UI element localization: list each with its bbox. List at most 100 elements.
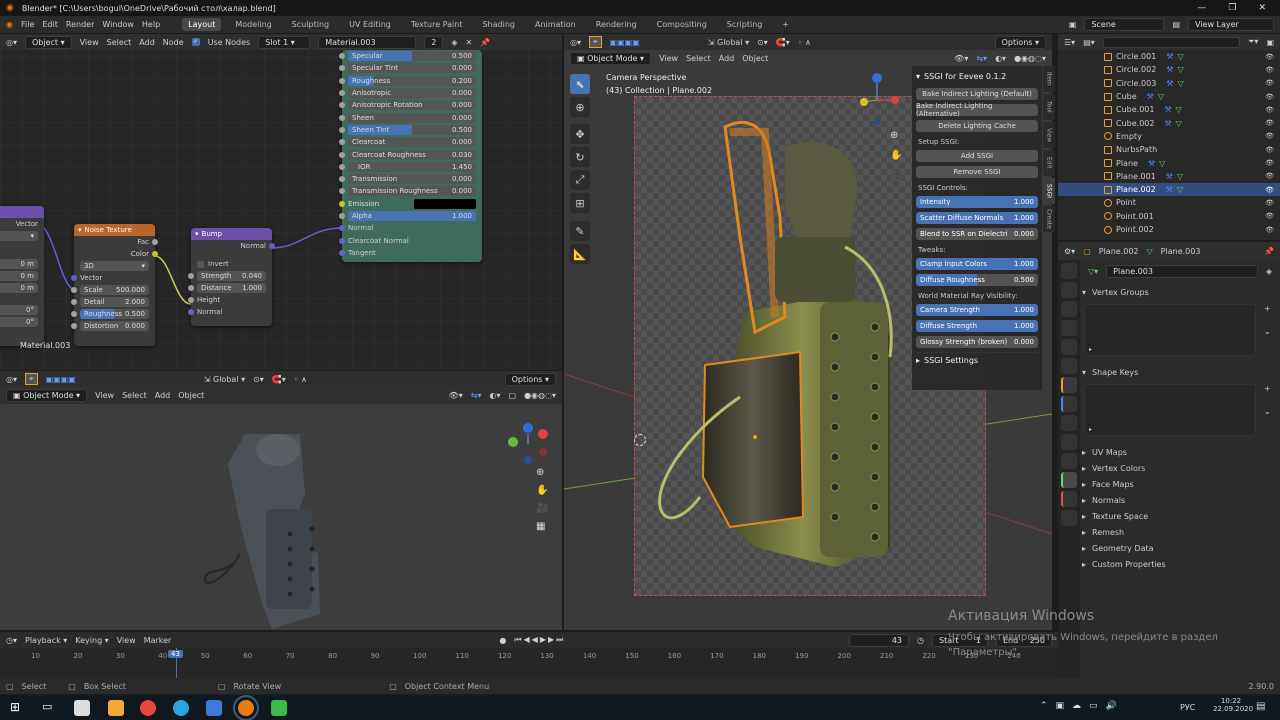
blender-taskbar-icon[interactable] [233, 695, 259, 720]
tab-edit[interactable]: Edit [1043, 150, 1055, 176]
list-resize-icon[interactable]: ▸ [1089, 346, 1092, 353]
fake-user-icon[interactable]: ◈ [1266, 267, 1272, 276]
outliner-item[interactable]: Point.001 👁 [1058, 210, 1280, 223]
gizmo-icon[interactable]: ⇆▾ [471, 391, 482, 400]
noise-distortion-field[interactable]: Distortion 0.000 [80, 321, 149, 331]
select-mode-icons[interactable]: ▣▣▣▣ [46, 375, 76, 384]
tab-sculpting[interactable]: Sculpting [286, 18, 335, 31]
lvp-menu-view[interactable]: View [95, 391, 114, 400]
physics-tab-icon[interactable] [1061, 434, 1077, 450]
vertex-groups-list[interactable]: ▸ [1084, 304, 1256, 356]
noise-detail-field[interactable]: Detail 2.000 [80, 297, 149, 307]
material-field[interactable]: Material.003 [318, 35, 417, 49]
bump-node[interactable]: ▾ Bump Normal Invert Strength 0.040 Distan… [188, 228, 275, 326]
move-tool-button[interactable]: ✥ [570, 124, 590, 144]
tab-view[interactable]: View [1043, 122, 1055, 148]
list-resize-icon[interactable]: ▸ [1089, 426, 1092, 433]
bump-strength-field[interactable]: Strength 0.040 [197, 271, 266, 281]
tab-animation[interactable]: Animation [529, 18, 582, 31]
visibility-eye-icon[interactable]: 👁 [1265, 53, 1274, 61]
outliner-item[interactable]: Cube.001 ⚒ ▽ 👁 [1058, 103, 1280, 116]
select-mode-icons[interactable]: ▣▣▣▣ [610, 38, 640, 47]
visibility-eye-icon[interactable]: 👁 [1265, 106, 1274, 114]
transform-tool-button[interactable]: ⊞ [570, 193, 590, 213]
ssgi-slider-camera-strength[interactable]: Camera Strength 1.000 [916, 304, 1038, 316]
tab-rendering[interactable]: Rendering [590, 18, 643, 31]
panel-normals[interactable]: ▸ Normals [1078, 492, 1280, 508]
ssgi-slider-intensity[interactable]: Intensity 1.000 [916, 196, 1038, 208]
fake-user-icon[interactable]: ◈ [451, 38, 457, 47]
object-mode-select[interactable]: ▣ Object Mode ▾ [570, 51, 652, 65]
node-editor[interactable]: Vector ▾ 0 m 0 m 0 m 0° 0° Material.003 … [0, 34, 562, 370]
output-tab-icon[interactable] [1061, 301, 1077, 317]
transform-orientation-select[interactable]: ⇲ Global ▾ [708, 38, 749, 47]
material-tab-icon[interactable] [1061, 491, 1077, 507]
clock[interactable]: 10:22 22.09.2020 [1213, 697, 1253, 713]
add-icon[interactable]: + [1264, 384, 1271, 393]
menu-edit[interactable]: Edit [42, 20, 58, 29]
display-mode-icon[interactable]: ▤▾ [1083, 38, 1095, 47]
lvp-menu-add[interactable]: Add [155, 391, 171, 400]
render-tab-icon[interactable] [1061, 282, 1077, 298]
constraints-tab-icon[interactable] [1061, 453, 1077, 469]
use-nodes-checkbox[interactable]: ✓ [191, 38, 200, 46]
options-dropdown[interactable]: Options ▾ [994, 35, 1046, 49]
tab-modeling[interactable]: Modeling [229, 18, 277, 31]
mvp-menu-select[interactable]: Select [686, 54, 711, 63]
measure-tool-button[interactable]: 📐 [570, 244, 590, 264]
object-tab-icon[interactable] [1061, 377, 1077, 393]
ssgi-slider-diffuse-strength[interactable]: Diffuse Strength 1.000 [916, 320, 1038, 332]
outliner-item[interactable]: Empty 👁 [1058, 130, 1280, 143]
notification-icon[interactable]: ▤ [1256, 701, 1265, 712]
view-layer-tab-icon[interactable] [1061, 320, 1077, 336]
close-button[interactable]: ✕ [1258, 3, 1266, 13]
editor-type-icon[interactable]: ◎▾ [570, 38, 581, 47]
mapping-rot-x[interactable]: 0° [0, 305, 38, 315]
scene-tab-icon[interactable] [1061, 339, 1077, 355]
navigation-gizmo[interactable] [855, 70, 905, 130]
options-dropdown[interactable]: Options ▾ [504, 372, 556, 386]
cursor-tool-button[interactable]: ⊕ [570, 97, 590, 117]
remove-ssgi-button[interactable]: Remove SSGI [916, 166, 1038, 178]
editor-type-icon[interactable]: ☰▾ [1064, 38, 1075, 47]
pan-hand-icon[interactable]: ✋ [536, 485, 548, 496]
visibility-eye-icon[interactable]: 👁 [1265, 199, 1274, 207]
file-explorer-icon[interactable] [108, 700, 124, 716]
input-language[interactable]: РУС [1180, 703, 1195, 712]
shape-keys-panel[interactable]: ▾ Shape Keys [1078, 364, 1280, 380]
visibility-eye-icon[interactable]: 👁 [1265, 159, 1274, 167]
camera-view-icon[interactable]: 🎥 [890, 170, 902, 181]
visibility-icon[interactable]: 👁▾ [449, 391, 463, 400]
world-tab-icon[interactable] [1061, 358, 1077, 374]
alpha-field[interactable]: Alpha 1.000 [348, 211, 476, 221]
task-view-icon[interactable]: ▭ [42, 700, 52, 713]
invert-checkbox[interactable] [197, 260, 204, 268]
outliner-search-input[interactable] [1102, 36, 1241, 48]
tab-ssgi[interactable]: SSGI [1043, 178, 1055, 204]
view-layer-field[interactable]: View Layer [1188, 18, 1274, 31]
noise-dimension-select[interactable]: 3D ▾ [80, 261, 149, 271]
keying-menu[interactable]: Keying ▾ [75, 636, 108, 645]
blender-menu-icon[interactable]: ◉ [6, 20, 13, 29]
annotate-tool-button[interactable]: ✎ [570, 221, 590, 241]
timeline[interactable]: 10 20 30 40 50 60 70 80 90 100 110 120 130 140 150 160 1… [0, 648, 1058, 678]
outliner-item[interactable]: Plane.002 ⚒ ▽ 👁 [1058, 182, 1280, 197]
ssgi-slider-blend-to-ssr-on-dielectri[interactable]: Blend to SSR on Dielectri 0.000 [916, 228, 1038, 240]
xray-icon[interactable]: ▢ [509, 391, 517, 400]
visibility-eye-icon[interactable]: 👁 [1265, 186, 1274, 194]
particles-tab-icon[interactable] [1061, 415, 1077, 431]
rotate-tool-button[interactable]: ↻ [570, 147, 590, 167]
principled-bsdf-node[interactable]: Specular 0.500 Specular Tint 0.000 Roughness… [339, 50, 482, 262]
outliner-item[interactable]: Plane.001 ⚒ ▽ 👁 [1058, 170, 1280, 183]
visibility-eye-icon[interactable]: 👁 [1265, 66, 1274, 74]
visibility-icon[interactable]: 👁▾ [954, 54, 968, 63]
tab-compositing[interactable]: Compositing [651, 18, 713, 31]
tab-tool[interactable]: Tool [1043, 94, 1055, 120]
minimize-button[interactable]: — [1197, 3, 1206, 13]
bsdf-field-anisotropic-rotation[interactable]: Anisotropic Rotation 0.000 [348, 100, 476, 111]
zoom-icon[interactable]: ⊕ [890, 130, 902, 141]
add-ssgi-button[interactable]: Add SSGI [916, 150, 1038, 162]
pivot-icon[interactable]: ⊙▾ [253, 375, 264, 384]
playback-controls[interactable]: ⏮◀◀▶▶⏭ [514, 635, 565, 645]
ssgi-panel-header[interactable]: ▾ SSGI for Eevee 0.1.2 [916, 68, 1038, 84]
